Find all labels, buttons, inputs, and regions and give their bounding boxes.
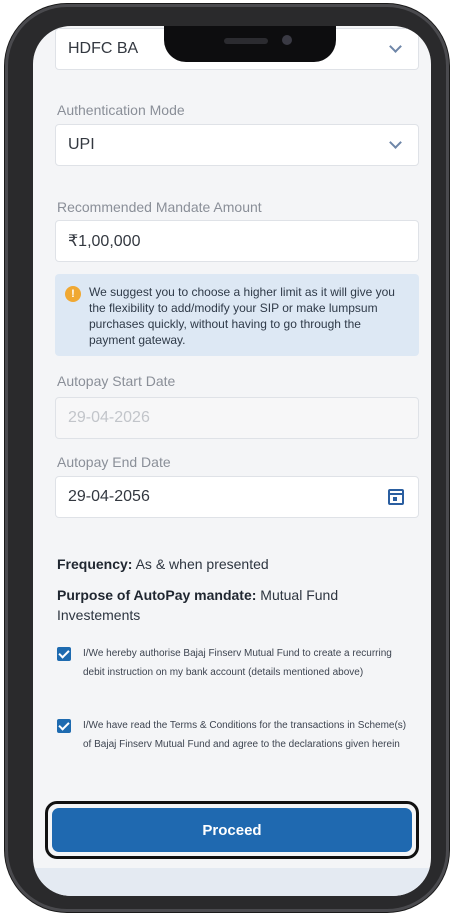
frequency-value: As & when presented [135, 556, 269, 572]
front-camera [282, 35, 292, 45]
proceed-button[interactable]: Proceed [52, 808, 412, 852]
chevron-down-icon [389, 136, 402, 149]
start-date-input: 29-04-2026 [55, 397, 419, 439]
end-date-input[interactable]: 29-04-2056 [55, 476, 419, 518]
auth-mode-select[interactable]: UPI [55, 124, 419, 166]
proceed-focus-ring: Proceed [45, 801, 419, 859]
chevron-down-icon [389, 40, 402, 53]
consent-row-terms: I/We have read the Terms & Conditions fo… [57, 716, 409, 754]
info-icon: ! [65, 286, 81, 302]
purpose-label: Purpose of AutoPay mandate: [57, 587, 257, 603]
phone-notch [164, 26, 336, 62]
speaker-grille [224, 38, 268, 44]
info-notice: ! We suggest you to choose a higher limi… [55, 274, 419, 356]
start-date-label: Autopay Start Date [57, 373, 176, 389]
consent-row-authorise: I/We hereby authorise Bajaj Finserv Mutu… [57, 644, 409, 682]
mandate-amount-value: ₹1,00,000 [68, 233, 141, 250]
purpose-line: Purpose of AutoPay mandate: Mutual Fund … [57, 585, 407, 625]
start-date-value: 29-04-2026 [68, 409, 150, 426]
consent-checkbox-authorise[interactable] [57, 647, 71, 661]
auth-mode-label: Authentication Mode [57, 102, 185, 118]
phone-frame: HDFC BA Authentication Mode UPI Recommen… [5, 4, 449, 912]
app-screen: HDFC BA Authentication Mode UPI Recommen… [33, 26, 431, 896]
auth-mode-value: UPI [68, 136, 95, 153]
mandate-amount-input[interactable]: ₹1,00,000 [55, 220, 419, 262]
end-date-label: Autopay End Date [57, 454, 171, 470]
consent-checkbox-terms[interactable] [57, 719, 71, 733]
end-date-value: 29-04-2056 [68, 488, 150, 505]
calendar-icon[interactable] [388, 489, 404, 505]
frequency-label: Frequency: [57, 556, 133, 572]
mandate-amount-label: Recommended Mandate Amount [57, 199, 262, 215]
consent-text-terms: I/We have read the Terms & Conditions fo… [83, 720, 407, 750]
consent-text-authorise: I/We hereby authorise Bajaj Finserv Mutu… [83, 648, 392, 678]
info-text: We suggest you to choose a higher limit … [89, 285, 395, 347]
frequency-line: Frequency: As & when presented [57, 554, 407, 574]
bottom-bar [33, 868, 431, 896]
